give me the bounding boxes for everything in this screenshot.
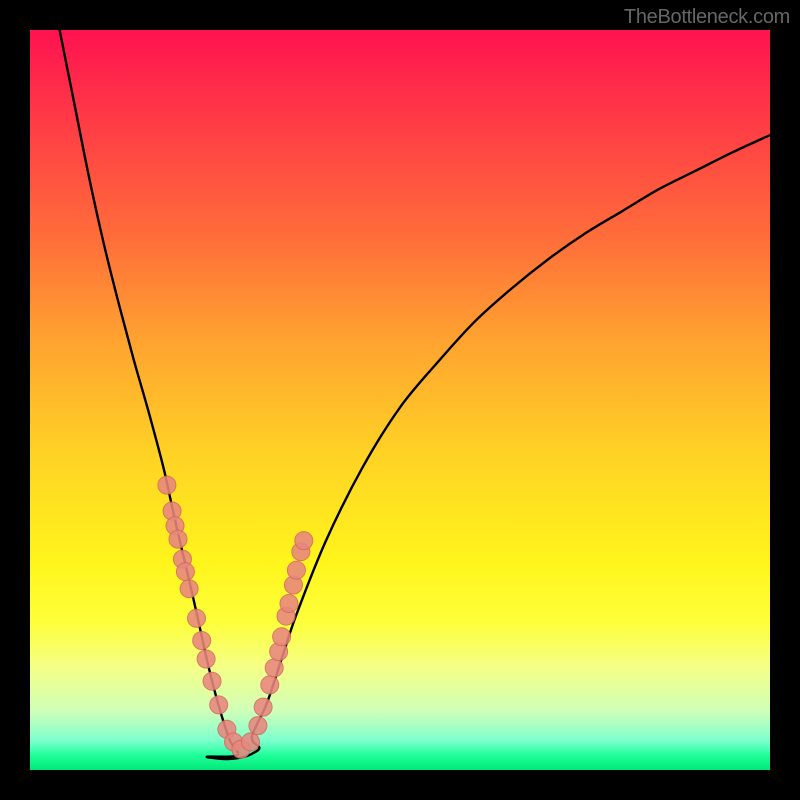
data-dot [210, 696, 228, 714]
dots-group [158, 476, 313, 758]
curve-group [60, 30, 770, 759]
v-curve [60, 30, 770, 759]
data-dot [242, 733, 260, 751]
chart-svg [30, 30, 770, 770]
data-dot [280, 595, 298, 613]
data-dot [273, 628, 291, 646]
data-dot [193, 632, 211, 650]
data-dot [254, 698, 272, 716]
data-dot [188, 609, 206, 627]
data-dot [295, 532, 313, 550]
data-dot [197, 650, 215, 668]
data-dot [265, 659, 283, 677]
plot-area [30, 30, 770, 770]
data-dot [261, 676, 279, 694]
watermark-text: TheBottleneck.com [624, 6, 790, 29]
data-dot [203, 672, 221, 690]
data-dot [158, 476, 176, 494]
data-dot [287, 561, 305, 579]
data-dot [169, 530, 187, 548]
data-dot [249, 717, 267, 735]
data-dot [180, 580, 198, 598]
data-dot [176, 563, 194, 581]
chart-container: TheBottleneck.com [0, 0, 800, 800]
